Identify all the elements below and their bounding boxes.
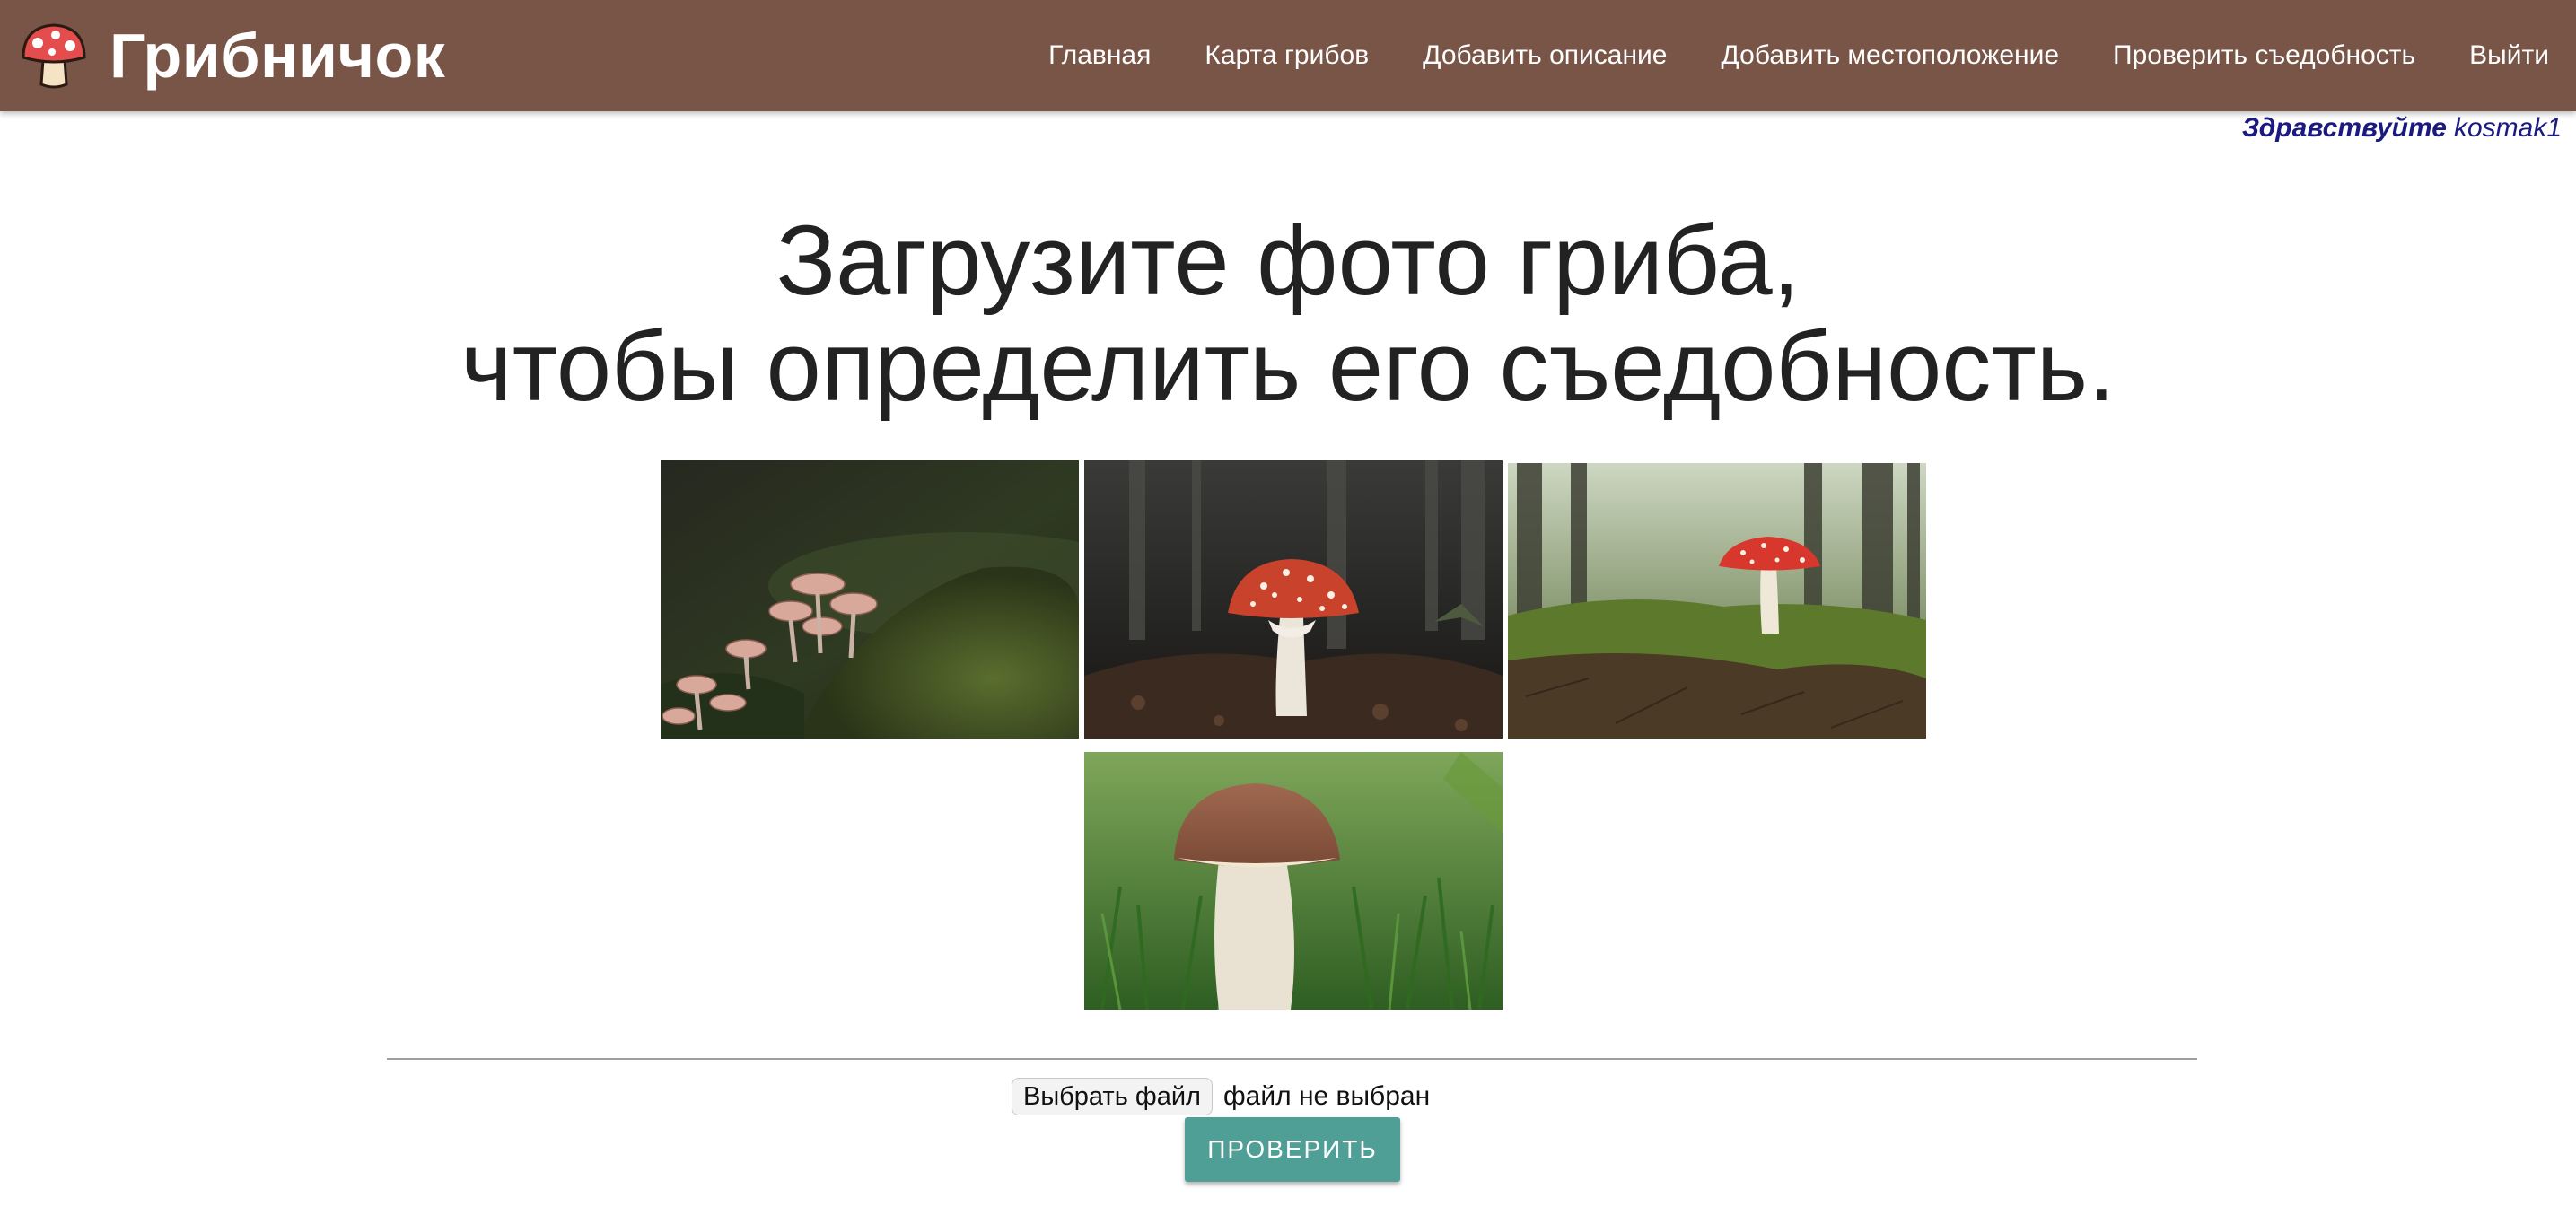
- brand[interactable]: Грибничок: [18, 13, 445, 99]
- main-nav: Главная Карта грибов Добавить описание Д…: [1021, 0, 2576, 111]
- section-divider: [387, 1058, 2197, 1060]
- page-title-line-1: Загрузите фото гриба,: [775, 205, 1801, 316]
- greeting-prefix: Здравствуйте: [2241, 113, 2447, 143]
- choose-file-button[interactable]: Выбрать файл: [1012, 1078, 1213, 1115]
- nav-add-description[interactable]: Добавить описание: [1396, 0, 1694, 111]
- example-photo-gallery: [661, 460, 1926, 1010]
- user-greeting: Здравствуйте kosmak1: [2242, 113, 2562, 144]
- file-upload-row: Выбрать файл файл не выбран: [1012, 1077, 1430, 1116]
- greeting-username: kosmak1: [2453, 113, 2562, 143]
- nav-check-edibility[interactable]: Проверить съедобность: [2086, 0, 2442, 111]
- fly-agaric-on-moss-photo: [1508, 463, 1926, 739]
- mushroom-cluster-on-moss-photo: [661, 460, 1079, 739]
- mushroom-logo-icon: [22, 23, 86, 89]
- nav-add-location[interactable]: Добавить местоположение: [1694, 0, 2086, 111]
- nav-logout[interactable]: Выйти: [2442, 0, 2576, 111]
- page-title-line-2: чтобы определить его съедобность.: [460, 311, 2116, 422]
- nav-home[interactable]: Главная: [1021, 0, 1178, 111]
- porcini-in-grass-photo: [1084, 752, 1503, 1010]
- fly-agaric-dark-forest-photo: [1084, 460, 1503, 739]
- nav-mushroom-map[interactable]: Карта грибов: [1178, 0, 1396, 111]
- page-title: Загрузите фото гриба, чтобы определить е…: [0, 208, 2576, 420]
- brand-name: Грибничок: [110, 21, 446, 91]
- check-edibility-button[interactable]: ПРОВЕРИТЬ: [1185, 1117, 1400, 1182]
- top-navbar: Грибничок Главная Карта грибов Добавить …: [0, 0, 2576, 111]
- file-status-text: файл не выбран: [1222, 1081, 1431, 1111]
